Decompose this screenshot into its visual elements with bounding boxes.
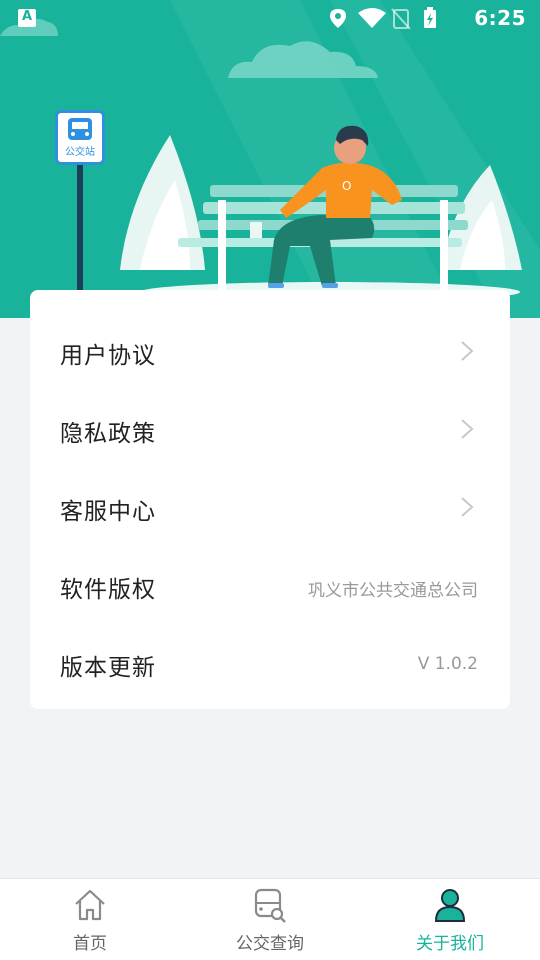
menu-item-label: 用户协议 (60, 343, 156, 369)
tab-home[interactable]: 首页 (0, 879, 180, 960)
tab-label: 关于我们 (416, 934, 484, 954)
chevron-right-icon (461, 497, 474, 517)
copyright-value: 巩义市公共交通总公司 (308, 581, 478, 601)
tab-about-us[interactable]: 关于我们 (360, 879, 540, 960)
bus-icon (68, 118, 92, 140)
menu-item-label: 软件版权 (60, 577, 156, 603)
version-value: V 1.0.2 (417, 654, 478, 674)
bus-stop-sign: 公交站 (55, 110, 105, 165)
status-icons (330, 7, 436, 29)
menu-card: 用户协议 隐私政策 客服中心 软件版权 巩义市公共交通总公司 版本更新 V 1.… (30, 290, 510, 709)
person-icon (434, 889, 466, 922)
location-icon (330, 9, 346, 28)
bus-stop-pole (77, 165, 83, 290)
tab-bus-search[interactable]: 公交查询 (180, 879, 360, 960)
bus-search-icon (254, 888, 286, 923)
menu-item-label: 客服中心 (60, 499, 156, 525)
home-icon (75, 889, 105, 921)
svg-text:O: O (342, 179, 351, 193)
header-illustration: O 公交站 (0, 0, 540, 318)
menu-item-version-update[interactable]: 版本更新 V 1.0.2 (30, 624, 510, 702)
chevron-right-icon (461, 341, 474, 361)
bottom-tab-bar: 首页 公交查询 关于我们 (0, 878, 540, 960)
tab-label: 公交查询 (236, 934, 304, 954)
bus-stop-label: 公交站 (65, 147, 95, 158)
status-bar: A 6:25 (0, 0, 540, 36)
menu-item-label: 版本更新 (60, 655, 156, 681)
status-time: 6:25 (474, 6, 526, 30)
wifi-icon (358, 8, 386, 28)
menu-item-customer-service[interactable]: 客服中心 (30, 468, 510, 546)
menu-item-user-agreement[interactable]: 用户协议 (30, 312, 510, 390)
menu-item-privacy-policy[interactable]: 隐私政策 (30, 390, 510, 468)
chevron-right-icon (461, 419, 474, 439)
app-notification-icon: A (18, 9, 36, 27)
menu-item-label: 隐私政策 (60, 421, 156, 447)
menu-item-copyright: 软件版权 巩义市公共交通总公司 (30, 546, 510, 624)
tab-label: 首页 (73, 934, 107, 954)
